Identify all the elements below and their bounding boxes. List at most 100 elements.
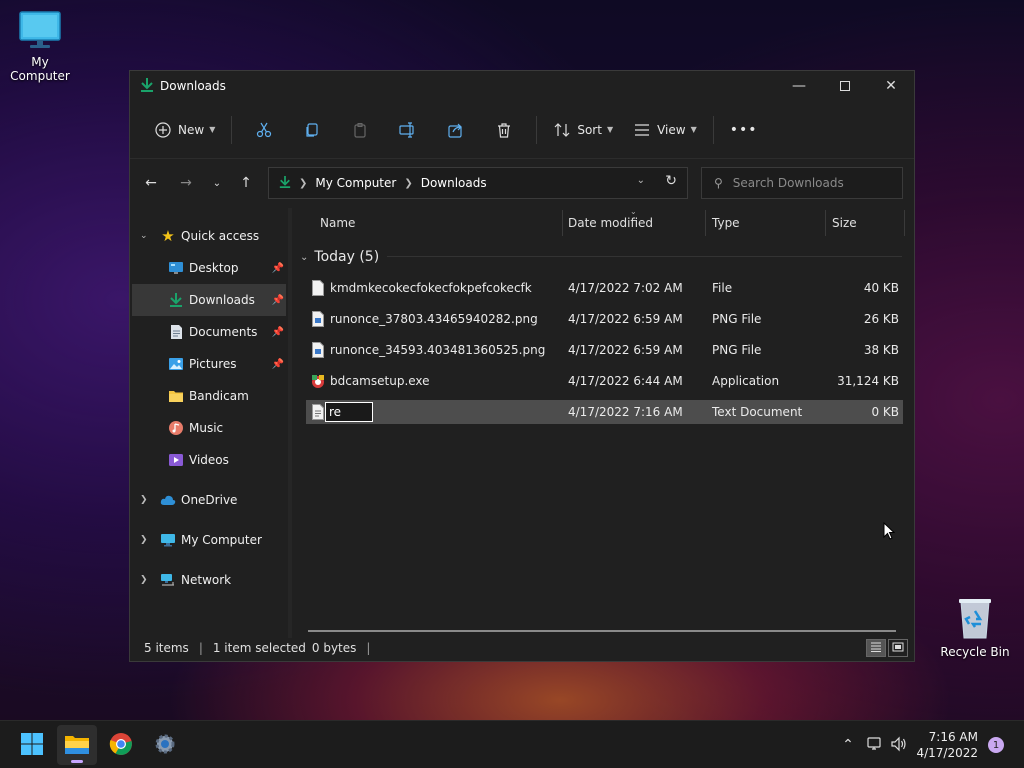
nav-item-desktop[interactable]: Desktop 📌 (130, 252, 288, 284)
sort-arrows-icon (553, 121, 571, 139)
details-view-button[interactable] (866, 639, 886, 657)
column-header-size[interactable]: Size (832, 208, 902, 238)
taskbar-settings[interactable] (145, 725, 185, 765)
column-header-name[interactable]: Name (320, 208, 560, 238)
refresh-icon[interactable]: ↻ (665, 173, 677, 189)
status-bar: 5 items | 1 item selected 0 bytes | (130, 635, 914, 661)
chevron-up-icon[interactable]: ⌃ (838, 737, 858, 753)
nav-item-pictures[interactable]: Pictures 📌 (130, 348, 288, 380)
file-row[interactable]: runonce_37803.43465940282.png 4/17/2022 … (306, 307, 903, 331)
desktop-icon-recycle-bin[interactable]: Recycle Bin (935, 596, 1015, 659)
minimize-icon: — (792, 78, 806, 94)
maximize-icon (840, 81, 850, 91)
file-size: 26 KB (863, 312, 899, 326)
nav-item-downloads[interactable]: Downloads 📌 (132, 284, 286, 316)
sort-button[interactable]: Sort ▼ (545, 113, 621, 147)
chevron-right-icon[interactable]: ❯ (140, 535, 148, 545)
group-divider (387, 256, 902, 257)
pin-icon[interactable]: 📌 (272, 263, 284, 274)
pin-icon[interactable]: 📌 (272, 359, 284, 370)
more-options-button[interactable]: ••• (722, 113, 766, 147)
column-divider[interactable] (705, 210, 706, 236)
clock[interactable]: 7:16 AM 4/17/2022 (916, 729, 978, 761)
group-header-today[interactable]: ⌄ Today (5) (300, 246, 379, 268)
copy-button[interactable] (288, 113, 336, 147)
nav-item-music[interactable]: Music (130, 412, 288, 444)
chevron-right-icon[interactable]: ❯ (140, 575, 148, 585)
delete-button[interactable] (480, 113, 528, 147)
view-button[interactable]: View ▼ (625, 113, 705, 147)
pin-icon[interactable]: 📌 (272, 327, 284, 338)
volume-icon[interactable] (890, 736, 908, 755)
close-button[interactable]: ✕ (868, 71, 914, 101)
nav-onedrive[interactable]: ❯ OneDrive (130, 484, 288, 516)
status-divider: | (198, 641, 203, 655)
column-header-date[interactable]: Date modified ⌄ (568, 207, 704, 238)
nav-item-documents[interactable]: Documents 📌 (130, 316, 288, 348)
file-size: 0 KB (871, 405, 899, 419)
divider (536, 115, 538, 144)
status-selected: 1 item selected (212, 641, 306, 655)
file-row[interactable]: runonce_34593.403481360525.png 4/17/2022… (306, 338, 903, 362)
breadcrumb-downloads[interactable]: Downloads (421, 176, 487, 190)
search-input[interactable]: ⚲ Search Downloads (701, 167, 903, 199)
cut-button[interactable] (240, 113, 288, 147)
new-button[interactable]: New ▼ (146, 113, 223, 147)
nav-my-computer[interactable]: ❯ My Computer (130, 524, 288, 556)
chevron-right-icon[interactable]: ❯ (140, 495, 148, 505)
chevron-down-icon[interactable]: ⌄ (637, 175, 645, 186)
back-button[interactable]: ← (134, 168, 168, 198)
forward-button[interactable]: → (169, 168, 203, 198)
navigation-pane: ⌄ ★ Quick access Desktop 📌 Downloads 📌 D… (130, 208, 288, 638)
windows-logo-icon (20, 732, 44, 759)
breadcrumb-my-computer[interactable]: My Computer (315, 176, 396, 190)
column-divider[interactable] (904, 210, 905, 236)
chevron-down-icon[interactable]: ⌄ (140, 231, 148, 241)
up-button[interactable]: ↑ (229, 168, 263, 198)
file-type: Application (712, 374, 780, 388)
file-row-selected[interactable]: 4/17/2022 7:16 AM Text Document 0 KB (306, 400, 903, 424)
desktop-icon-my-computer[interactable]: My Computer (0, 10, 80, 83)
rename-button[interactable] (384, 113, 432, 147)
address-bar[interactable]: ❯ My Computer ❯ Downloads ⌄ ↻ (268, 167, 688, 199)
trash-icon (495, 121, 513, 139)
nav-item-bandicam[interactable]: Bandicam (130, 380, 288, 412)
taskbar-file-explorer[interactable] (57, 725, 97, 765)
start-button[interactable] (12, 725, 52, 765)
share-button[interactable] (432, 113, 480, 147)
nav-item-videos[interactable]: Videos (130, 444, 288, 476)
file-size: 31,124 KB (837, 374, 899, 388)
column-label: Type (712, 216, 740, 230)
pin-icon[interactable]: 📌 (272, 295, 284, 306)
desktop-folder-icon (168, 260, 184, 276)
file-type: PNG File (712, 343, 762, 357)
divider (712, 115, 714, 144)
nav-network[interactable]: ❯ Network (130, 564, 288, 596)
notification-badge[interactable]: 1 (988, 737, 1004, 753)
image-file-icon (312, 311, 326, 327)
taskbar-chrome[interactable] (101, 725, 141, 765)
nav-label: My Computer (181, 533, 262, 547)
address-row: ← → ⌄ ↑ ❯ My Computer ❯ Downloads ⌄ ↻ ⚲ … (130, 159, 914, 207)
minimize-button[interactable]: — (776, 71, 822, 101)
network-icon (160, 572, 176, 588)
horizontal-scrollbar[interactable] (308, 630, 896, 632)
maximize-button[interactable] (822, 71, 868, 101)
title-bar[interactable]: Downloads — ✕ (130, 71, 914, 101)
file-row[interactable]: bdcamsetup.exe 4/17/2022 6:44 AM Applica… (306, 369, 903, 393)
nav-label: Downloads (189, 293, 255, 307)
paste-button[interactable] (336, 113, 384, 147)
cloud-icon (160, 492, 176, 508)
file-name: bdcamsetup.exe (330, 374, 430, 388)
sort-indicator-icon: ⌄ (630, 207, 637, 216)
paste-icon (351, 121, 369, 139)
nav-quick-access[interactable]: ⌄ ★ Quick access (130, 220, 288, 252)
column-divider[interactable] (825, 210, 826, 236)
file-row[interactable]: kmdmkecokecfokecfokpefcokecfk 4/17/2022 … (306, 276, 903, 300)
rename-input[interactable] (325, 402, 373, 422)
large-icons-view-button[interactable] (888, 639, 908, 657)
column-header-type[interactable]: Type (712, 208, 824, 238)
nav-label: Documents (189, 325, 258, 339)
column-divider[interactable] (562, 210, 563, 236)
network-status-icon[interactable] (866, 736, 884, 755)
